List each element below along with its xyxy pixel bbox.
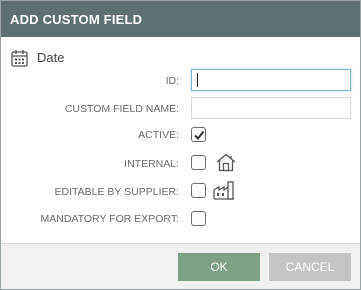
field-type-label: Date [37, 50, 65, 65]
editable-by-supplier-label: EDITABLE BY SUPPLIER: [54, 186, 180, 198]
dialog-title: ADD CUSTOM FIELD [10, 12, 143, 27]
id-input[interactable] [191, 69, 351, 91]
active-checkbox[interactable] [191, 127, 206, 142]
house-icon [216, 153, 236, 177]
mandatory-for-export-checkbox[interactable] [191, 211, 206, 226]
checkmark-icon [194, 130, 205, 141]
internal-checkbox[interactable] [191, 155, 206, 170]
cancel-button[interactable]: CANCEL [269, 253, 351, 281]
text-caret [197, 73, 198, 87]
internal-label: INTERNAL: [124, 158, 179, 170]
add-custom-field-dialog: ADD CUSTOM FIELD Date ID: CUSTOM FIELD N… [0, 0, 361, 290]
factory-icon [213, 180, 235, 205]
active-label: ACTIVE: [138, 129, 179, 141]
mandatory-for-export-label: MANDATORY FOR EXPORT: [40, 213, 179, 225]
ok-button[interactable]: OK [178, 253, 260, 281]
dialog-title-bar: ADD CUSTOM FIELD [1, 1, 360, 37]
custom-field-name-input[interactable] [191, 97, 351, 119]
editable-by-supplier-checkbox[interactable] [191, 183, 206, 198]
calendar-icon [11, 49, 28, 67]
custom-field-name-label: CUSTOM FIELD NAME: [64, 103, 179, 115]
id-label: ID: [165, 75, 179, 87]
